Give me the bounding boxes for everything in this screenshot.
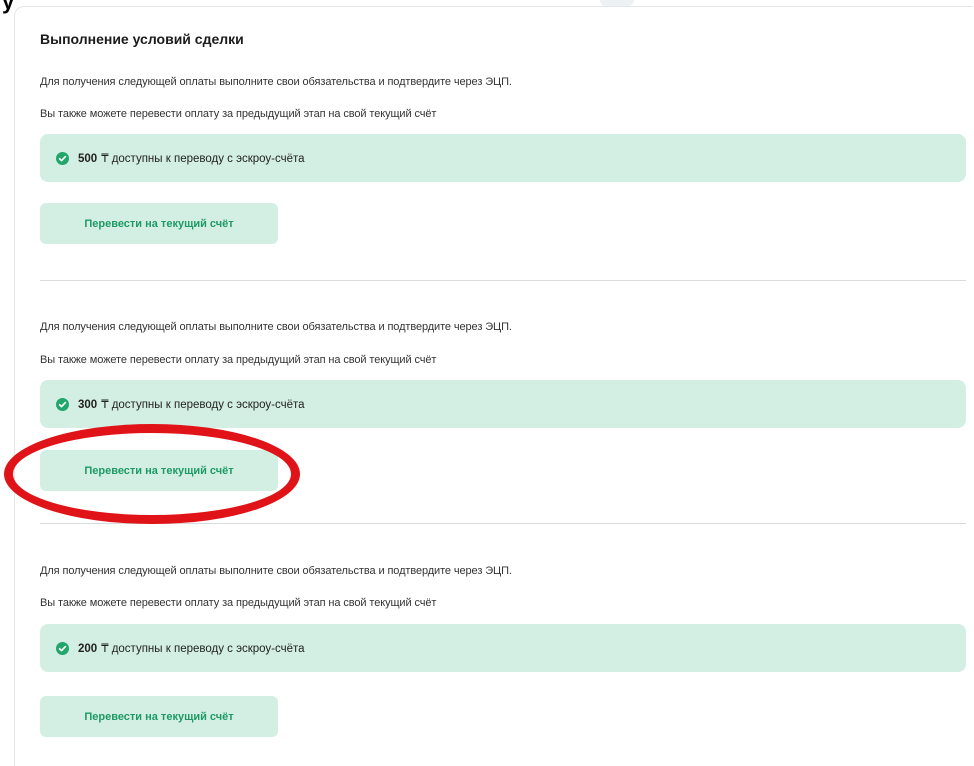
step-2-note: Вы также можете перевести оплату за пред… xyxy=(40,354,437,366)
corner-char: у xyxy=(2,0,15,14)
divider-2 xyxy=(40,523,966,524)
check-circle-icon xyxy=(56,397,69,411)
step-2-banner: 300 ₸ доступны к переводу с эскроу-счёта xyxy=(40,380,966,428)
step-3-instruction: Для получения следующей оплаты выполните… xyxy=(40,565,512,577)
step-3-note: Вы также можете перевести оплату за пред… xyxy=(40,597,437,609)
page: у Выполнение условий сделки Для получени… xyxy=(0,0,974,766)
divider-1 xyxy=(40,280,966,281)
step-3-banner-label: ₸ доступны к переводу с эскроу-счёта xyxy=(101,643,305,655)
step-2-banner-label: ₸ доступны к переводу с эскроу-счёта xyxy=(101,399,305,411)
step-1-transfer-button[interactable]: Перевести на текущий счёт xyxy=(40,203,278,244)
step-3-transfer-button[interactable]: Перевести на текущий счёт xyxy=(40,696,278,737)
step-1-note: Вы также можете перевести оплату за пред… xyxy=(40,108,437,120)
step-2-transfer-button[interactable]: Перевести на текущий счёт xyxy=(40,450,278,491)
step-3-banner: 200 ₸ доступны к переводу с эскроу-счёта xyxy=(40,624,966,672)
step-1-banner-label: ₸ доступны к переводу с эскроу-счёта xyxy=(101,153,305,165)
step-1-banner: 500 ₸ доступны к переводу с эскроу-счёта xyxy=(40,134,966,182)
section-title: Выполнение условий сделки xyxy=(40,31,244,47)
step-2-banner-text: 300 ₸ доступны к переводу с эскроу-счёта xyxy=(78,397,305,411)
step-3-amount: 200 xyxy=(78,643,98,655)
step-2-amount: 300 xyxy=(78,399,98,411)
step-2-instruction: Для получения следующей оплаты выполните… xyxy=(40,321,512,333)
step-1-instruction: Для получения следующей оплаты выполните… xyxy=(40,76,512,88)
step-1-banner-text: 500 ₸ доступны к переводу с эскроу-счёта xyxy=(78,151,305,165)
step-3-banner-text: 200 ₸ доступны к переводу с эскроу-счёта xyxy=(78,641,305,655)
step-1-amount: 500 xyxy=(78,153,98,165)
check-circle-icon xyxy=(56,151,69,165)
check-circle-icon xyxy=(56,641,69,655)
